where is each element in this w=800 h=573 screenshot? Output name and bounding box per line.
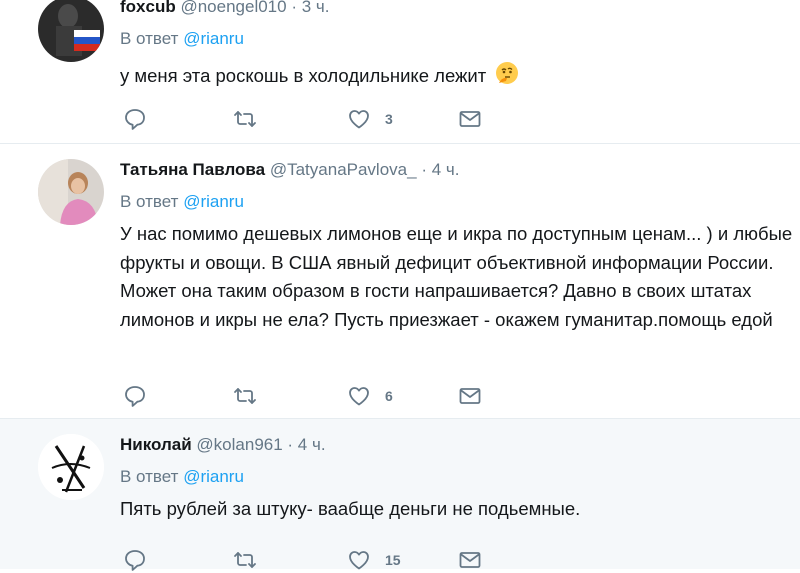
tweet-actions: 6 [123,383,523,409]
retweet-button[interactable] [233,383,257,409]
retweet-icon [234,111,256,127]
reply-button[interactable] [123,106,147,132]
avatar[interactable] [38,0,104,62]
reply-icon [125,550,145,571]
reply-context: В ответ @rianru [120,191,800,213]
tweet-header: Николай @kolan961 · 4 ч. [120,434,800,456]
message-button[interactable] [458,106,482,132]
like-button[interactable]: 15 [347,547,401,573]
retweet-icon [234,388,256,404]
reply-icon [125,386,145,407]
like-count: 3 [385,111,393,127]
retweet-button[interactable] [233,106,257,132]
thinking-face-icon [495,61,519,94]
like-icon [349,551,369,570]
reply-prefix: В ответ [120,29,179,48]
tweet-foxcub[interactable]: foxcub @noengel010 · 3 ч. В ответ @rianr… [0,0,800,143]
tweet-time[interactable]: · 4 ч. [421,160,459,179]
message-button[interactable] [458,547,482,573]
reply-to-link[interactable]: @rianru [183,29,244,48]
user-handle[interactable]: @noengel010 [180,0,286,16]
message-icon [459,388,481,404]
user-name[interactable]: Татьяна Павлова [120,160,265,179]
reply-prefix: В ответ [120,192,179,211]
like-icon [349,110,369,129]
reply-to-link[interactable]: @rianru [183,192,244,211]
user-handle[interactable]: @kolan961 [196,435,282,454]
tweet-text-container: у меня эта роскошь в холодильнике лежит [120,61,800,94]
reply-context: В ответ @rianru [120,466,800,488]
tweet-nikolai[interactable]: Николай @kolan961 · 4 ч. В ответ @rianru… [0,419,800,571]
like-count: 6 [385,388,393,404]
tweet-text: У нас помимо дешевых лимонов еще и икра … [120,223,793,330]
like-count: 15 [385,552,401,568]
avatar[interactable] [38,434,104,500]
tweet-actions: 3 [123,106,523,132]
user-name[interactable]: Николай [120,435,192,454]
tweet-header: Татьяна Павлова @TatyanaPavlova_ · 4 ч. [120,159,800,181]
like-button[interactable]: 6 [347,383,393,409]
tweet-time[interactable]: · 4 ч. [287,435,325,454]
tweet-header: foxcub @noengel010 · 3 ч. [120,0,800,18]
user-name[interactable]: foxcub [120,0,176,16]
reply-to-link[interactable]: @rianru [183,467,244,486]
message-icon [459,111,481,127]
retweet-icon [234,552,256,568]
tweet-text: у меня эта роскошь в холодильнике лежит [120,65,487,87]
reply-context: В ответ @rianru [120,28,800,50]
tweet-actions: 15 [123,547,523,573]
like-icon [349,387,369,406]
reply-icon [125,109,145,130]
tweet-time[interactable]: · 3 ч. [291,0,329,16]
avatar[interactable] [38,159,104,225]
reply-prefix: В ответ [120,467,179,486]
tweet-tatyana[interactable]: Татьяна Павлова @TatyanaPavlova_ · 4 ч. … [0,144,800,418]
retweet-button[interactable] [233,547,257,573]
reply-button[interactable] [123,547,147,573]
like-button[interactable]: 3 [347,106,393,132]
tweet-text: Пять рублей за штуку- ваабще деньги не п… [120,498,581,519]
user-handle[interactable]: @TatyanaPavlova_ [270,160,417,179]
message-button[interactable] [458,383,482,409]
reply-button[interactable] [123,383,147,409]
message-icon [459,552,481,568]
